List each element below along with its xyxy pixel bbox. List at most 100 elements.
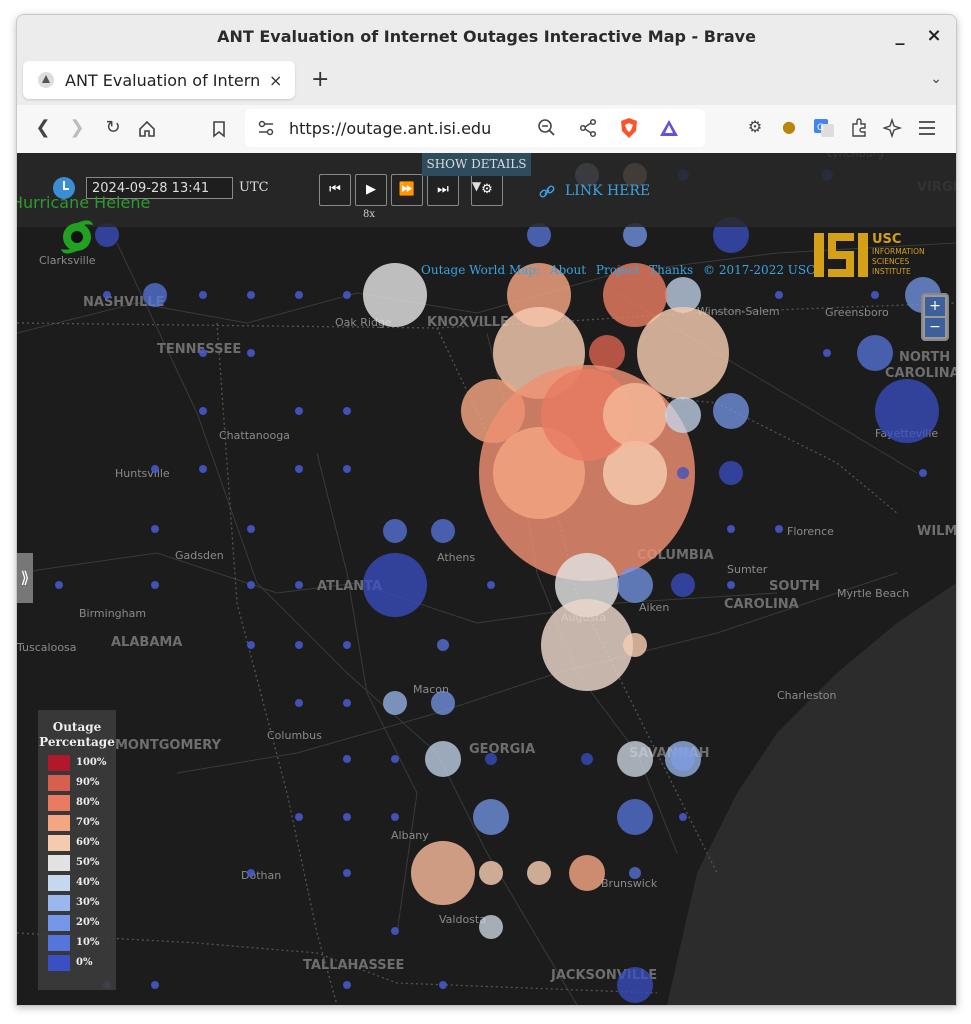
outage-bubble[interactable] (437, 639, 449, 651)
outage-bubble[interactable] (617, 967, 653, 1003)
close-tab-button[interactable]: × (269, 71, 282, 90)
outage-bubble[interactable] (431, 691, 455, 715)
outage-bubble[interactable] (719, 461, 743, 485)
minimize-button[interactable]: _ (887, 23, 913, 49)
leo-ai-sparkle-icon[interactable] (883, 118, 903, 138)
outage-dot[interactable] (199, 465, 207, 473)
outage-dot[interactable] (151, 465, 159, 473)
outage-dot[interactable] (871, 291, 879, 299)
outage-dot[interactable] (343, 981, 351, 989)
outage-dot[interactable] (343, 869, 351, 877)
outage-bubble[interactable] (479, 915, 503, 939)
outage-bubble[interactable] (665, 741, 701, 777)
outage-dot[interactable] (439, 981, 447, 989)
outage-dot[interactable] (391, 813, 399, 821)
outage-bubble[interactable] (569, 855, 605, 891)
project-link[interactable]: Project (596, 263, 639, 277)
outage-dot[interactable] (775, 291, 783, 299)
outage-dot[interactable] (823, 349, 831, 357)
outage-bubble[interactable] (713, 393, 749, 429)
outage-dot[interactable] (343, 407, 351, 415)
outage-bubble[interactable] (541, 599, 633, 691)
outage-bubble[interactable] (425, 741, 461, 777)
outage-dot[interactable] (295, 699, 303, 707)
close-window-button[interactable]: × (921, 23, 947, 49)
outage-dot[interactable] (727, 525, 735, 533)
outage-bubble[interactable] (473, 799, 509, 835)
outage-dot[interactable] (199, 349, 207, 357)
share-icon[interactable] (578, 118, 598, 138)
outage-bubble[interactable] (617, 741, 653, 777)
outage-dot[interactable] (727, 581, 735, 589)
copyright-link[interactable]: © 2017-2022 USC (703, 263, 815, 277)
zoom-out-icon[interactable] (537, 118, 557, 138)
side-panel-toggle[interactable]: ⟫ (17, 553, 33, 603)
outage-dot[interactable] (295, 291, 303, 299)
bookmark-icon[interactable] (209, 119, 229, 139)
outage-bubble[interactable] (637, 307, 729, 399)
forward-arrow-icon[interactable]: ❯ (65, 117, 89, 138)
outage-dot[interactable] (247, 349, 255, 357)
outage-bubble[interactable] (363, 263, 427, 327)
outage-dot[interactable] (247, 525, 255, 533)
tab-ant-outages[interactable]: ANT Evaluation of Interne × (23, 61, 295, 99)
extensions-puzzle-icon[interactable] (849, 118, 869, 138)
skip-to-start-button[interactable]: ⏮ (319, 174, 351, 206)
outage-dot[interactable] (391, 755, 399, 763)
usc-isi-logo[interactable]: USC INFORMATION SCIENCES INSTITUTE (814, 229, 936, 281)
outage-dot[interactable] (295, 641, 303, 649)
outage-bubble[interactable] (581, 753, 593, 765)
outage-dot[interactable] (247, 291, 255, 299)
outage-dot[interactable] (343, 641, 351, 649)
translate-icon[interactable]: G (813, 117, 835, 139)
outage-dot[interactable] (295, 407, 303, 415)
map-viewport[interactable]: LynchburgVIRGIClarksvilleNASHVILLEOak Ri… (17, 153, 956, 1005)
brave-rewards-icon[interactable] (659, 118, 679, 138)
outage-bubble[interactable] (617, 567, 653, 603)
outage-bubble[interactable] (431, 519, 455, 543)
outage-bubble[interactable] (383, 519, 407, 543)
hamburger-menu-icon[interactable] (917, 119, 937, 137)
outage-bubble[interactable] (665, 397, 701, 433)
outage-dot[interactable] (199, 291, 207, 299)
outage-dot[interactable] (343, 755, 351, 763)
outage-bubble[interactable] (527, 861, 551, 885)
outage-dot[interactable] (343, 465, 351, 473)
outage-bubble[interactable] (617, 799, 653, 835)
extension-cookie-icon[interactable]: ● (777, 117, 801, 136)
url-text[interactable]: https://outage.ant.isi.edu (289, 119, 491, 138)
outage-bubble[interactable] (143, 283, 167, 307)
site-settings-icon[interactable] (257, 119, 275, 137)
address-bar[interactable]: https://outage.ant.isi.edu (245, 109, 705, 147)
outage-bubble[interactable] (857, 335, 893, 371)
outage-dot[interactable] (151, 525, 159, 533)
extension-mask-icon[interactable]: ⚙ (743, 117, 767, 136)
tab-list-chevron-icon[interactable]: ⌄ (930, 71, 942, 87)
outage-dot[interactable] (679, 813, 687, 821)
home-icon[interactable] (137, 119, 157, 139)
outage-dot[interactable] (343, 699, 351, 707)
skip-to-end-button[interactable]: ⏭ (427, 174, 459, 206)
zoom-in-button[interactable]: + (925, 297, 945, 316)
outage-bubble[interactable] (383, 691, 407, 715)
outage-dot[interactable] (919, 469, 927, 477)
thanks-link[interactable]: Thanks (649, 263, 693, 277)
brave-shields-icon[interactable] (619, 117, 639, 139)
outage-bubble[interactable] (411, 841, 475, 905)
outage-dot[interactable] (295, 813, 303, 821)
link-icon[interactable] (539, 184, 555, 200)
outage-dot[interactable] (55, 581, 63, 589)
outage-dot[interactable] (247, 641, 255, 649)
outage-bubble[interactable] (677, 467, 689, 479)
outage-dot[interactable] (151, 981, 159, 989)
outage-dot[interactable] (199, 407, 207, 415)
outage-bubble[interactable] (485, 753, 497, 765)
outage-bubble[interactable] (363, 553, 427, 617)
outage-bubble[interactable] (623, 633, 647, 657)
outage-dot[interactable] (247, 869, 255, 877)
outage-bubble[interactable] (629, 867, 641, 879)
fast-forward-button[interactable]: ⏩ (391, 174, 423, 206)
outage-dot[interactable] (295, 465, 303, 473)
outage-dot[interactable] (487, 581, 495, 589)
outage-world-map-link[interactable]: Outage World Map: (421, 263, 540, 277)
